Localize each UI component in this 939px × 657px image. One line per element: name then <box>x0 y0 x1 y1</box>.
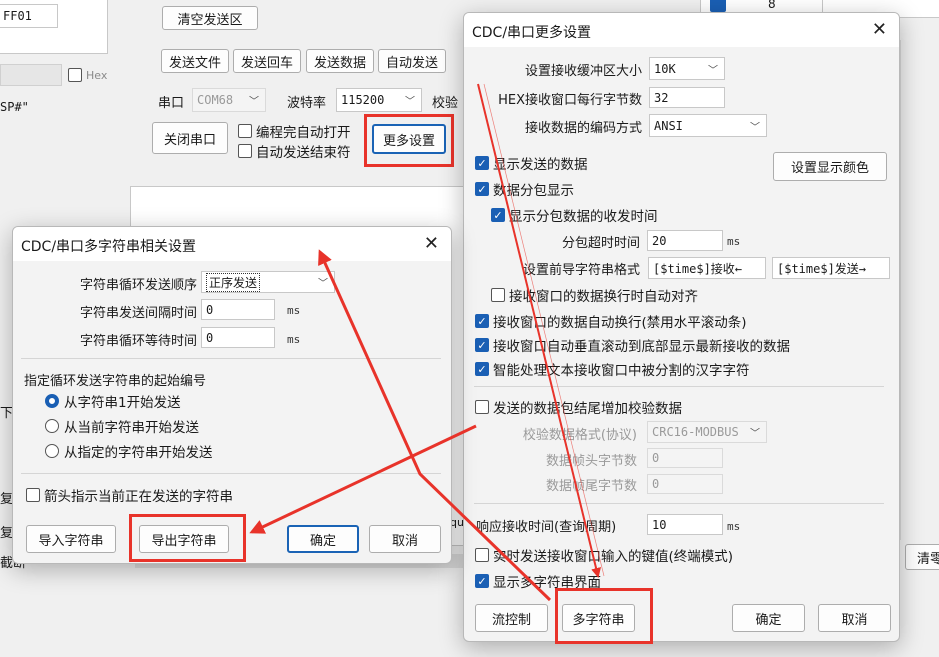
arrow-to-multistring <box>477 83 601 578</box>
arrow-to-export <box>249 424 477 534</box>
arrow-to-multistring-dialog <box>318 249 552 602</box>
arrow-thin-guide <box>483 83 605 577</box>
annotation-arrows <box>249 83 605 602</box>
